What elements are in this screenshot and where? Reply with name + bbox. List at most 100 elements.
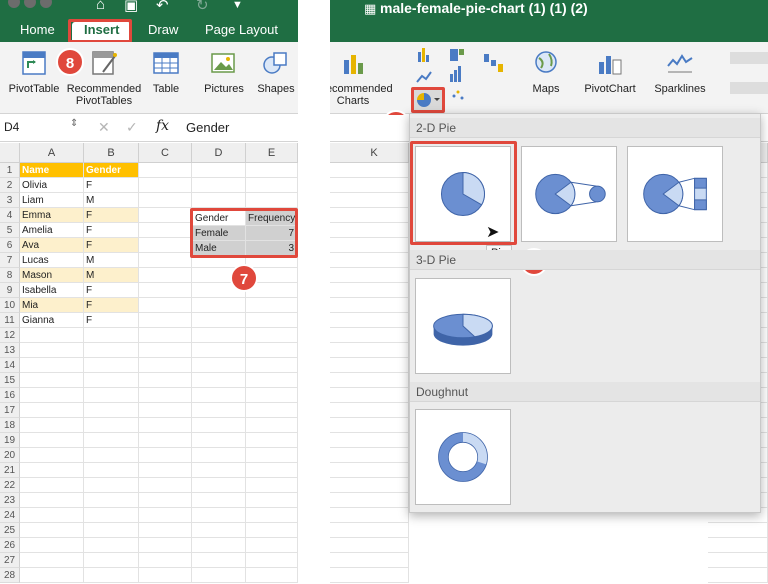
cell-a[interactable] — [20, 493, 84, 508]
row-header[interactable]: 9 — [0, 283, 20, 298]
cell-b[interactable] — [84, 478, 139, 493]
select-all-corner[interactable] — [0, 143, 20, 163]
cell-c[interactable] — [139, 328, 192, 343]
cell-c[interactable] — [139, 298, 192, 313]
row-header[interactable]: 5 — [0, 223, 20, 238]
cell-d[interactable] — [192, 358, 246, 373]
right-cell[interactable] — [330, 358, 409, 373]
right-cell[interactable] — [330, 538, 409, 553]
home-icon[interactable]: ⌂ — [96, 0, 105, 13]
row-header[interactable]: 10 — [0, 298, 20, 313]
right-cell[interactable] — [330, 313, 409, 328]
right-cell[interactable] — [330, 388, 409, 403]
right-cell[interactable] — [330, 493, 409, 508]
cell-a[interactable]: Emma — [20, 208, 84, 223]
cell-b[interactable]: M — [84, 253, 139, 268]
cell-d[interactable] — [192, 343, 246, 358]
cell-b[interactable] — [84, 358, 139, 373]
cell-a[interactable] — [20, 568, 84, 583]
cell-b[interactable] — [84, 403, 139, 418]
cell-c[interactable] — [139, 223, 192, 238]
insert-function-icon[interactable]: fx — [156, 118, 169, 134]
tab-draw[interactable]: Draw — [146, 22, 180, 40]
right-cell[interactable] — [330, 523, 409, 538]
row-header[interactable]: 17 — [0, 403, 20, 418]
column-header-a[interactable]: A — [20, 143, 84, 163]
cell-e[interactable] — [246, 538, 298, 553]
cell-e[interactable] — [246, 568, 298, 583]
cell-e[interactable] — [246, 553, 298, 568]
cell-e[interactable] — [246, 403, 298, 418]
cell-c[interactable] — [139, 208, 192, 223]
cell-a[interactable] — [20, 418, 84, 433]
cell-d[interactable] — [192, 193, 246, 208]
cell-e[interactable] — [246, 478, 298, 493]
cell-c[interactable] — [139, 403, 192, 418]
row-header[interactable]: 24 — [0, 508, 20, 523]
cell-c[interactable] — [139, 508, 192, 523]
right-cell[interactable] — [330, 268, 409, 283]
cell-a[interactable] — [20, 463, 84, 478]
cell-d[interactable] — [192, 553, 246, 568]
right-cell[interactable] — [330, 193, 409, 208]
window-close-icon[interactable] — [8, 0, 20, 8]
cell-e[interactable] — [246, 463, 298, 478]
cell-e[interactable] — [246, 508, 298, 523]
cell-e[interactable] — [246, 418, 298, 433]
tab-page-layout[interactable]: Page Layout — [203, 22, 280, 40]
column-header-c[interactable]: C — [139, 143, 192, 163]
cell-b[interactable] — [84, 463, 139, 478]
cell-b[interactable]: F — [84, 313, 139, 328]
cell-b[interactable]: F — [84, 298, 139, 313]
cell-e[interactable] — [246, 328, 298, 343]
cell-c[interactable] — [139, 358, 192, 373]
cell-b[interactable] — [84, 433, 139, 448]
cell-a[interactable]: Liam — [20, 193, 84, 208]
cell-b[interactable]: M — [84, 268, 139, 283]
cell-a[interactable]: Isabella — [20, 283, 84, 298]
cell-c[interactable] — [139, 373, 192, 388]
3d-pie-option[interactable] — [415, 278, 511, 374]
table-button[interactable]: Table — [146, 50, 186, 95]
right-cell[interactable] — [330, 328, 409, 343]
cell-a[interactable] — [20, 523, 84, 538]
cell-b[interactable] — [84, 418, 139, 433]
column-header-k[interactable]: K — [340, 143, 408, 163]
right-cell[interactable] — [708, 553, 768, 568]
cell-a[interactable] — [20, 373, 84, 388]
cell-b[interactable]: F — [84, 178, 139, 193]
cell-c[interactable] — [139, 553, 192, 568]
cell-c[interactable] — [139, 193, 192, 208]
cell-e[interactable] — [246, 493, 298, 508]
right-cell[interactable] — [330, 283, 409, 298]
cell-c[interactable] — [139, 448, 192, 463]
right-cell[interactable] — [708, 523, 768, 538]
right-cell[interactable] — [330, 238, 409, 253]
tab-home[interactable]: Home — [18, 22, 57, 40]
customize-toolbar-icon[interactable]: ▼ — [232, 0, 243, 11]
name-box[interactable]: D4 — [4, 120, 19, 134]
cell-a[interactable]: Amelia — [20, 223, 84, 238]
cell-b[interactable] — [84, 538, 139, 553]
row-header[interactable]: 21 — [0, 463, 20, 478]
cell-b[interactable] — [84, 343, 139, 358]
cell-b[interactable] — [84, 523, 139, 538]
window-minimize-icon[interactable] — [24, 0, 36, 8]
cell-e[interactable] — [246, 388, 298, 403]
cell-e[interactable] — [246, 178, 298, 193]
cell-c[interactable] — [139, 313, 192, 328]
cell-d[interactable] — [192, 178, 246, 193]
row-header[interactable]: 28 — [0, 568, 20, 583]
cell-d[interactable] — [192, 463, 246, 478]
row-header[interactable]: 6 — [0, 238, 20, 253]
pivottable-button[interactable]: PivotTable — [6, 50, 62, 95]
cell-a[interactable]: Mason — [20, 268, 84, 283]
formula-input[interactable]: Gender — [186, 120, 229, 135]
cell-a[interactable]: Name — [20, 163, 84, 178]
cell-e[interactable] — [246, 523, 298, 538]
cell-c[interactable] — [139, 343, 192, 358]
cell-b[interactable] — [84, 568, 139, 583]
shapes-button[interactable]: Shapes — [254, 50, 298, 95]
row-header[interactable]: 4 — [0, 208, 20, 223]
cell-e[interactable] — [246, 163, 298, 178]
